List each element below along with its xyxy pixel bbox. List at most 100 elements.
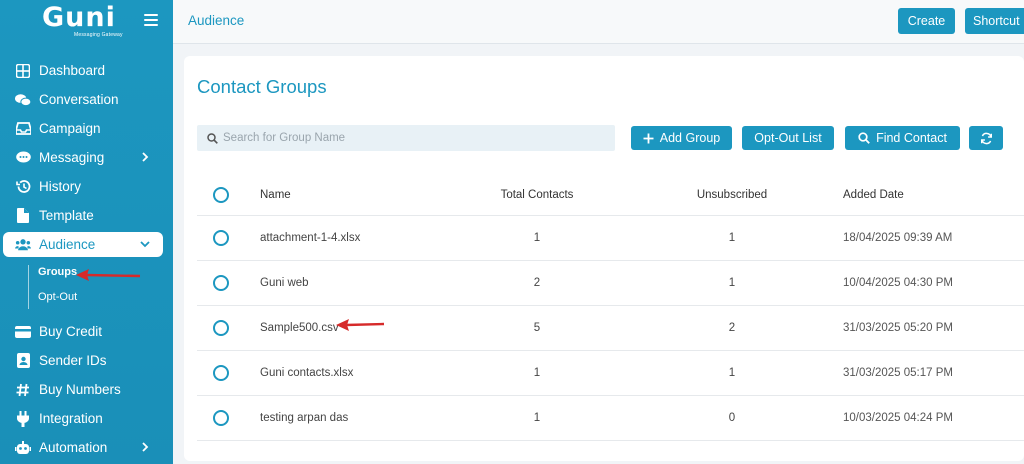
column-header-unsubscribed[interactable]: Unsubscribed (672, 174, 792, 215)
added-date: 31/03/2025 05:17 PM (843, 367, 953, 379)
sidebar-item-label: Automation (39, 440, 108, 455)
sidebar-item-label: Dashboard (39, 63, 106, 78)
added-date: 31/03/2025 05:20 PM (843, 322, 953, 334)
table-row[interactable]: testing arpan das 1 0 10/03/2025 04:24 P… (197, 396, 1024, 441)
table-row[interactable]: attachment-1-4.xlsx 1 1 18/04/2025 09:39… (197, 216, 1024, 261)
create-button[interactable]: Create (898, 8, 955, 34)
group-name[interactable]: Sample500.csv (260, 306, 339, 350)
sidebar-item-sender-ids[interactable]: Sender IDs (0, 346, 173, 375)
added-date: 10/04/2025 04:30 PM (843, 277, 953, 289)
search-icon (858, 132, 870, 144)
chevron-right-icon (142, 442, 149, 452)
sidebar-item-history[interactable]: History (0, 172, 173, 201)
sidebar-item-automation[interactable]: Automation (0, 433, 173, 462)
total-contacts: 1 (533, 367, 541, 379)
inbox-icon (15, 121, 31, 137)
search-input[interactable] (223, 132, 603, 144)
refresh-button[interactable] (969, 126, 1003, 150)
id-badge-icon (15, 353, 31, 369)
table-header: Name Total Contacts Unsubscribed Added D… (197, 174, 1024, 216)
find-contact-button[interactable]: Find Contact (845, 126, 960, 150)
sidebar-item-label: Campaign (39, 121, 101, 136)
sidebar-item-template[interactable]: Template (0, 201, 173, 230)
group-name[interactable]: Guni web (260, 261, 309, 305)
sidebar-item-campaign[interactable]: Campaign (0, 114, 173, 143)
sidebar-item-audience[interactable]: Audience (3, 232, 163, 257)
section-title: Contact Groups (197, 76, 327, 97)
row-select-radio[interactable] (213, 275, 229, 291)
total-contacts: 1 (533, 232, 541, 244)
sidebar-item-label: Messaging (39, 150, 105, 165)
group-name[interactable]: testing arpan das (260, 396, 348, 440)
sidebar-item-integration[interactable]: Integration (0, 404, 173, 433)
select-all-radio[interactable] (213, 186, 229, 203)
shortcut-button[interactable]: Shortcut (965, 8, 1024, 34)
unsubscribed-count: 1 (728, 277, 736, 289)
group-name[interactable]: attachment-1-4.xlsx (260, 216, 360, 260)
unsubscribed-count: 1 (728, 367, 736, 379)
unsubscribed-count: 2 (728, 322, 736, 334)
add-group-button[interactable]: Add Group (631, 126, 732, 150)
total-contacts: 5 (533, 322, 541, 334)
sidebar-item-dashboard[interactable]: Dashboard (0, 56, 173, 85)
table-row[interactable]: Guni contacts.xlsx 1 1 31/03/2025 05:17 … (197, 351, 1024, 396)
page-title: Audience (188, 13, 245, 28)
search-icon (207, 132, 218, 144)
sidebar-item-conversation[interactable]: Conversation (0, 85, 173, 114)
added-date: 10/03/2025 04:24 PM (843, 412, 953, 424)
top-bar: Audience Create Shortcut (173, 0, 1024, 44)
added-date: 18/04/2025 09:39 AM (843, 232, 953, 244)
guni-logo[interactable]: Guni Messaging Gateway (42, 4, 126, 42)
find-contact-label: Find Contact (876, 131, 947, 145)
sidebar-item-label: Conversation (39, 92, 119, 107)
chevron-right-icon (142, 152, 149, 162)
row-select-radio[interactable] (213, 230, 229, 246)
refresh-icon (980, 132, 992, 144)
sidebar-nav: Dashboard Conversation Campaign Messagin… (0, 56, 173, 462)
row-select-radio[interactable] (213, 320, 229, 336)
chat-bubbles-icon (15, 92, 31, 108)
sidebar-item-label: Sender IDs (39, 353, 107, 368)
column-header-name[interactable]: Name (260, 174, 291, 215)
sidebar-item-label: Buy Numbers (39, 382, 121, 397)
sidebar-item-label: Audience (39, 237, 96, 252)
annotation-arrow-sample500 (336, 319, 385, 331)
sidebar-item-label: Template (39, 208, 94, 223)
add-group-label: Add Group (659, 131, 721, 145)
unsubscribed-count: 0 (728, 412, 736, 424)
column-header-total-contacts[interactable]: Total Contacts (477, 174, 597, 215)
sidebar-item-messaging[interactable]: Messaging (0, 143, 173, 172)
search-box (197, 125, 615, 151)
history-icon (15, 179, 31, 195)
annotation-arrow-groups (76, 269, 141, 281)
total-contacts: 2 (533, 277, 541, 289)
group-name[interactable]: Guni contacts.xlsx (260, 351, 353, 395)
credit-card-icon (15, 324, 31, 340)
table-row[interactable]: Guni web 2 1 10/04/2025 04:30 PM (197, 261, 1024, 306)
logo-text: Guni (42, 2, 116, 33)
file-icon (15, 208, 31, 224)
row-select-radio[interactable] (213, 365, 229, 381)
optout-list-button[interactable]: Opt-Out List (742, 126, 834, 150)
sidebar-item-label: History (39, 179, 82, 194)
column-header-added-date[interactable]: Added Date (843, 174, 904, 215)
plug-icon (15, 410, 31, 427)
hamburger-menu-icon[interactable] (144, 14, 158, 26)
plus-icon (643, 133, 654, 143)
grid-icon (15, 63, 31, 79)
sidebar: Guni Messaging Gateway Dashboard Convers… (0, 0, 173, 464)
sidebar-item-label: Buy Credit (39, 324, 103, 339)
sidebar-item-buy-numbers[interactable]: Buy Numbers (0, 375, 173, 404)
sidebar-item-buy-credit[interactable]: Buy Credit (0, 317, 173, 346)
row-select-radio[interactable] (213, 410, 229, 426)
hash-icon (15, 382, 31, 398)
logo-tagline: Messaging Gateway (74, 32, 123, 38)
message-icon (15, 150, 31, 166)
total-contacts: 1 (533, 412, 541, 424)
robot-icon (15, 440, 31, 456)
chevron-down-icon (140, 241, 150, 248)
table-row[interactable]: Sample500.csv 5 2 31/03/2025 05:20 PM (197, 306, 1024, 351)
contact-groups-card: Contact Groups Add Group Opt-Out List Fi… (184, 56, 1024, 461)
unsubscribed-count: 1 (728, 232, 736, 244)
sidebar-subitem-optout[interactable]: Opt-Out (38, 284, 173, 309)
